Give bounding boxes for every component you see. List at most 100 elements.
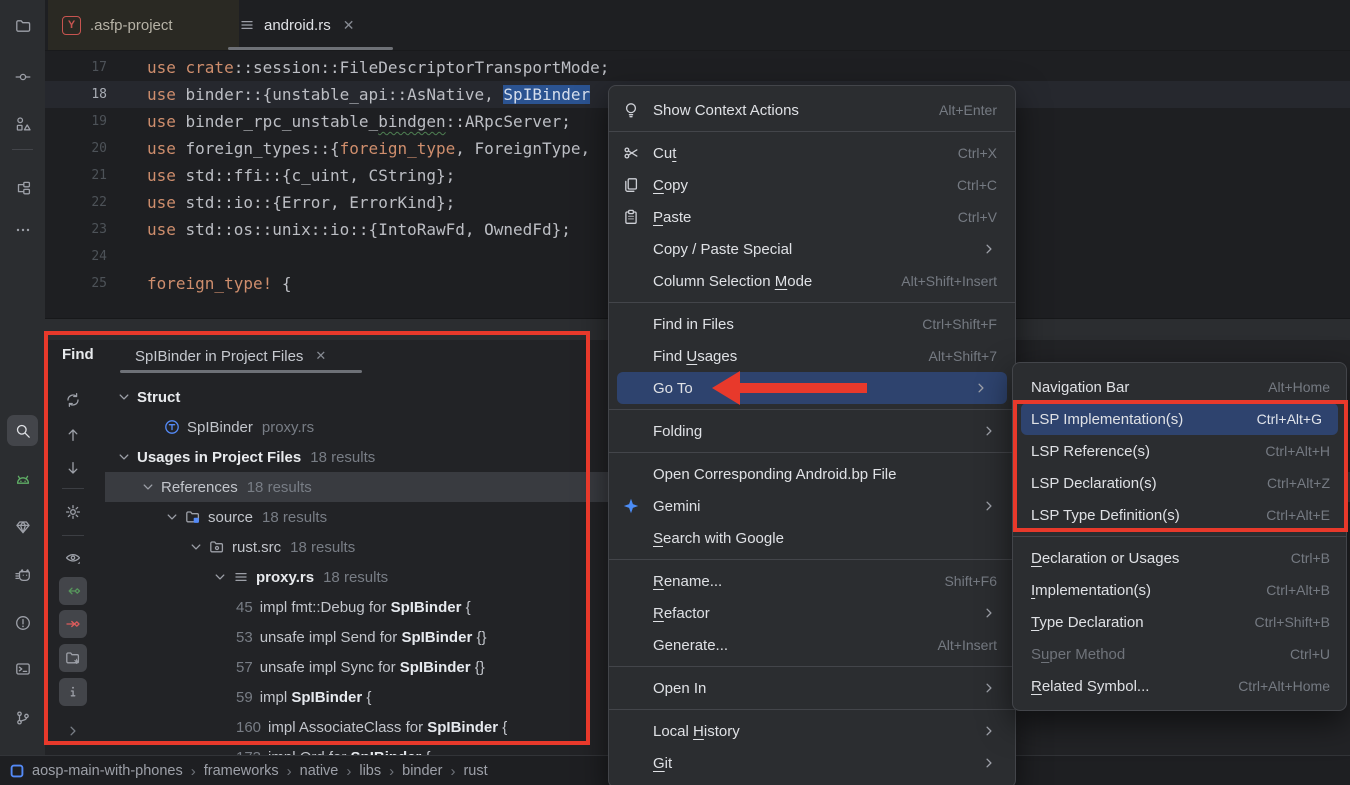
menu-separator [1013,536,1346,537]
editor-tab-asfp-project[interactable]: Y.asfp-project [48,0,239,50]
menu-item-column-selection-mode[interactable]: Column Selection ModeAlt+Shift+Insert [609,265,1015,297]
menu-item-go-to[interactable]: Go To [617,372,1007,404]
menu-item-lsp-implementation-s[interactable]: LSP Implementation(s)Ctrl+Alt+G [1021,403,1338,435]
menu-item-gemini[interactable]: Gemini [609,490,1015,522]
menu-item-lsp-reference-s[interactable]: LSP Reference(s)Ctrl+Alt+H [1013,435,1346,467]
menu-item-shortcut: Alt+Enter [915,102,997,118]
menu-item-open-in[interactable]: Open In [609,672,1015,704]
tree-node-label: Usages in Project Files [137,449,301,466]
breadcrumb-item[interactable]: libs [359,763,381,779]
gemini-icon [623,498,639,514]
menu-item-paste[interactable]: PasteCtrl+V [609,201,1015,233]
menu-item-find-usages[interactable]: Find UsagesAlt+Shift+7 [609,340,1015,372]
menu-item-show-context-actions[interactable]: Show Context ActionsAlt+Enter [609,94,1015,126]
tree-node-label: source [208,509,253,526]
close-icon[interactable]: ✕ [343,17,355,34]
menu-item-find-in-files[interactable]: Find in FilesCtrl+Shift+F [609,308,1015,340]
stripe-button-resource-manager[interactable] [7,108,38,139]
stripe-button-more-tools[interactable] [7,214,38,245]
close-icon[interactable]: ✕ [315,348,326,364]
menu-item-label: Generate... [653,637,728,654]
menu-item-label: Local History [653,723,740,740]
menu-item-label: Navigation Bar [1031,379,1129,396]
menu-item-type-declaration[interactable]: Type DeclarationCtrl+Shift+B [1013,606,1346,638]
menu-item-shortcut: Ctrl+Shift+F [898,316,997,332]
menu-item-shortcut: Ctrl+X [934,145,997,161]
yaml-file-icon: Y [62,16,81,35]
code-text: use foreign_types::{foreign_type, Foreig… [147,135,590,162]
stripe-button-structure[interactable] [7,172,38,203]
stripe-button-version-control[interactable] [7,702,38,733]
menu-item-copy[interactable]: CopyCtrl+C [609,169,1015,201]
menu-item-shortcut: Ctrl+Alt+Home [1214,678,1330,694]
copy-icon [623,177,639,193]
stripe-button-gem[interactable] [7,511,38,542]
code-text: foreign_type! { [147,270,292,297]
result-line-number: 59 [236,689,253,706]
menu-item-local-history[interactable]: Local History [609,715,1015,747]
menu-item-cut[interactable]: CutCtrl+X [609,137,1015,169]
breadcrumb-item[interactable]: native [300,763,339,779]
breadcrumb-item[interactable]: rust [463,763,487,779]
stripe-button-android[interactable] [7,463,38,494]
line-number: 20 [45,135,107,162]
menu-item-label: Find Usages [653,348,737,365]
menu-item-implementation-s[interactable]: Implementation(s)Ctrl+Alt+B [1013,574,1346,606]
line-number: 17 [45,54,107,81]
menu-item-search-with-google[interactable]: Search with Google [609,522,1015,554]
stripe-button-search[interactable] [7,415,38,446]
gem-icon [15,519,31,535]
menu-item-open-corresponding-android-bp-file[interactable]: Open Corresponding Android.bp File [609,458,1015,490]
menu-item-refactor[interactable]: Refactor [609,597,1015,629]
breadcrumb-separator-icon: › [389,763,394,780]
breadcrumb-separator-icon: › [450,763,455,780]
menu-item-super-method[interactable]: Super MethodCtrl+U [1013,638,1346,670]
menu-item-folding[interactable]: Folding [609,415,1015,447]
android-icon [15,471,31,487]
code-text: use std::io::{Error, ErrorKind}; [147,189,455,216]
menu-item-shortcut: Alt+Home [1244,379,1330,395]
line-number: 25 [45,270,107,297]
search-match: SpIBinder [400,659,471,676]
menu-item-label: Super Method [1031,646,1125,663]
line-number: 22 [45,189,107,216]
breadcrumb-item[interactable]: aosp-main-with-phones [32,763,183,779]
find-results-tab[interactable]: SpIBinder in Project Files ✕ [120,340,377,372]
menu-separator [609,559,1015,560]
more-icon [15,222,31,238]
search-icon [15,423,31,439]
menu-item-label: Column Selection Mode [653,273,812,290]
stripe-button-project[interactable] [7,10,38,41]
menu-item-navigation-bar[interactable]: Navigation Bar Alt+Home [1013,371,1346,403]
breadcrumb-item[interactable]: binder [402,763,442,779]
stripe-button-logcat[interactable] [7,559,38,590]
stripe-button-terminal[interactable] [7,653,38,684]
menu-item-lsp-declaration-s[interactable]: LSP Declaration(s)Ctrl+Alt+Z [1013,467,1346,499]
stripe-button-problems[interactable] [7,607,38,638]
menu-item-label: Related Symbol... [1031,678,1149,695]
menu-item-declaration-or-usages[interactable]: Declaration or UsagesCtrl+B [1013,542,1346,574]
menu-item-related-symbol[interactable]: Related Symbol... Ctrl+Alt+Home [1013,670,1346,702]
search-match: SpIBinder [291,689,362,706]
menu-item-lsp-type-definition-s[interactable]: LSP Type Definition(s)Ctrl+Alt+E [1013,499,1346,531]
editor-tab-android-rs[interactable]: android.rs ✕ [225,0,396,50]
menu-item-generate[interactable]: Generate...Alt+Insert [609,629,1015,661]
ide-window: Y.asfp-projectandroid.rs✕ 17use crate::s… [0,0,1350,785]
breadcrumb-item[interactable]: frameworks [204,763,279,779]
line-number: 21 [45,162,107,189]
chevron-right-icon [981,241,997,257]
chevron-right-icon [973,380,989,396]
shapes-icon [15,116,31,132]
menu-item-label: Folding [653,423,702,440]
breadcrumb-separator-icon: › [346,763,351,780]
search-match: SpIBinder [427,719,498,736]
menu-item-git[interactable]: Git [609,747,1015,779]
menu-separator [609,666,1015,667]
menu-item-rename[interactable]: Rename...Shift+F6 [609,565,1015,597]
tree-node-label: rust.src [232,539,281,556]
editor-context-menu: Show Context ActionsAlt+EnterCutCtrl+XCo… [608,85,1016,785]
stripe-button-commit[interactable] [7,61,38,92]
menu-item-shortcut: Ctrl+V [934,209,997,225]
menu-item-copy-paste-special[interactable]: Copy / Paste Special [609,233,1015,265]
tab-label: android.rs [264,17,331,34]
